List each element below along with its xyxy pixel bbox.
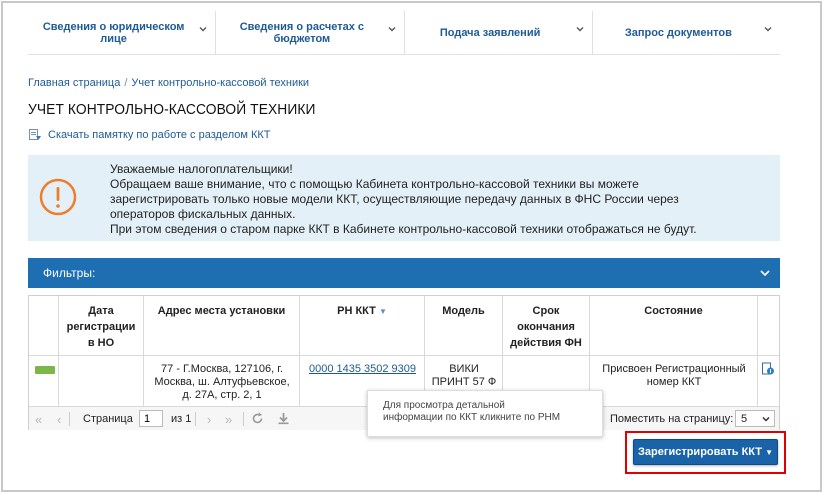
filters-bar[interactable]: Фильтры: (28, 258, 780, 288)
next-page-icon[interactable]: › (207, 412, 211, 427)
breadcrumb-current[interactable]: Учет контрольно-кассовой техники (131, 77, 309, 89)
table-row-rn: 0000 1435 3502 9309 (300, 363, 425, 376)
header-expiry-line: окончания (517, 321, 575, 333)
status-column (29, 296, 59, 406)
header-date-line: в НО (87, 337, 115, 349)
download-memo-label: Скачать памятку по работе с разделом ККТ (48, 129, 271, 141)
last-page-icon[interactable]: » (225, 412, 232, 427)
page-number-input[interactable] (139, 410, 163, 427)
notice-line: Уважаемые налогоплательщики! (110, 162, 293, 176)
notice-line: операторов фискальных данных. (110, 207, 296, 221)
download-memo-link[interactable]: Скачать памятку по работе с разделом ККТ (28, 128, 271, 142)
header-date[interactable]: Дата регистрации в НО (59, 296, 144, 406)
page-label: Страница (83, 413, 133, 425)
notice-panel: Уважаемые налогоплательщики! Обращаем ва… (28, 155, 780, 241)
table-row-model: ВИКИ ПРИНТ 57 Ф (425, 363, 503, 389)
header-state-label: Состояние (644, 305, 703, 317)
register-kkt-label: Зарегистрировать ККТ (638, 446, 762, 458)
breadcrumb: Главная страница / Учет контрольно-кассово… (28, 77, 309, 89)
document-download-icon (29, 129, 41, 140)
nav-applications[interactable]: Подача заявлений (405, 11, 593, 54)
page-count: из 1 (171, 413, 192, 425)
nav-label: Подача заявлений (439, 26, 541, 39)
table-row-state: Присвоен Регистрационный номер ККТ (590, 363, 758, 389)
rn-link[interactable]: 0000 1435 3502 9309 (309, 363, 416, 375)
actions-column (758, 296, 779, 406)
address-line: д. 27А, стр. 2, 1 (182, 389, 262, 401)
export-download-icon[interactable] (277, 412, 290, 425)
per-page-value: 5 (741, 413, 748, 425)
nav-legal-entity[interactable]: Сведения о юридическом лице (28, 11, 217, 54)
refresh-icon[interactable] (251, 412, 264, 425)
tooltip-line: Для просмотра детальной (383, 400, 505, 411)
nav-label: Сведения о юридическом лице (42, 20, 185, 45)
chevron-down-icon (388, 27, 395, 32)
table-row-address: 77 - Г.Москва, 127106, г. Москва, ш. Алт… (144, 363, 300, 402)
state-line: Присвоен Регистрационный (602, 363, 746, 375)
address-line: 77 - Г.Москва, 127106, г. (161, 363, 283, 375)
chevron-down-icon (762, 416, 770, 422)
nav-budget[interactable]: Сведения о расчетах с бюджетом (216, 11, 405, 54)
filters-label: Фильтры: (43, 266, 96, 280)
header-date-line: регистрации (66, 321, 136, 333)
header-expiry-line: действия ФН (510, 337, 582, 349)
notice-line: зарегистрировать только новые модели ККТ… (110, 192, 679, 206)
state-line: номер ККТ (646, 376, 702, 388)
header-divider (29, 355, 779, 356)
chevron-down-icon (760, 270, 770, 277)
model-line: ВИКИ (449, 363, 479, 375)
breadcrumb-home[interactable]: Главная страница (28, 77, 120, 89)
window-frame: Сведения о юридическом лице Сведения о р… (1, 1, 822, 492)
register-kkt-button[interactable]: Зарегистрировать ККТ ▼ (633, 439, 778, 465)
per-page-label: Поместить на страницу: (610, 413, 734, 425)
dropdown-caret-icon: ▼ (765, 448, 773, 457)
sort-desc-icon: ▼ (378, 307, 387, 316)
pager-divider (69, 412, 70, 426)
document-details-icon[interactable] (761, 362, 775, 376)
breadcrumb-separator: / (124, 77, 128, 89)
notice-line: При этом сведения о старом парке ККТ в К… (110, 222, 697, 236)
model-line: ПРИНТ 57 Ф (431, 376, 497, 388)
nav-documents[interactable]: Запрос документов (593, 11, 780, 54)
chevron-down-icon (199, 27, 207, 32)
pager-divider (195, 412, 196, 426)
pager-divider (243, 412, 244, 426)
first-page-icon[interactable]: « (35, 412, 42, 427)
header-expiry-line: Срок (532, 305, 560, 317)
address-line: Москва, ш. Алтуфьевское, (154, 376, 290, 388)
rn-tooltip: Для просмотра детальной информации по КК… (367, 390, 603, 437)
header-rn-label: РН ККТ (337, 305, 376, 317)
notice-text: Уважаемые налогоплательщики! Обращаем ва… (110, 162, 697, 237)
header-address-label: Адрес места установки (157, 305, 286, 317)
header-model-label: Модель (442, 305, 485, 317)
nav-label: Запрос документов (624, 26, 732, 39)
chevron-down-icon (576, 27, 584, 32)
per-page-select[interactable]: 5 (735, 410, 775, 427)
prev-page-icon[interactable]: ‹ (57, 412, 61, 427)
header-state[interactable]: Состояние (590, 296, 758, 406)
status-indicator (35, 366, 55, 374)
highlight-frame: Зарегистрировать ККТ ▼ (625, 431, 786, 474)
nav-label: Сведения о расчетах с бюджетом (239, 20, 364, 45)
tooltip-line: информации по ККТ кликните по РНМ (383, 412, 561, 423)
exclamation-circle-icon (39, 178, 77, 216)
chevron-down-icon (764, 27, 772, 32)
notice-line: Обращаем ваше внимание, что с помощью Ка… (110, 177, 639, 191)
top-navigation: Сведения о юридическом лице Сведения о р… (28, 11, 780, 55)
header-date-line: Дата (88, 305, 114, 317)
page-title: УЧЕТ КОНТРОЛЬНО-КАССОВОЙ ТЕХНИКИ (28, 101, 316, 118)
